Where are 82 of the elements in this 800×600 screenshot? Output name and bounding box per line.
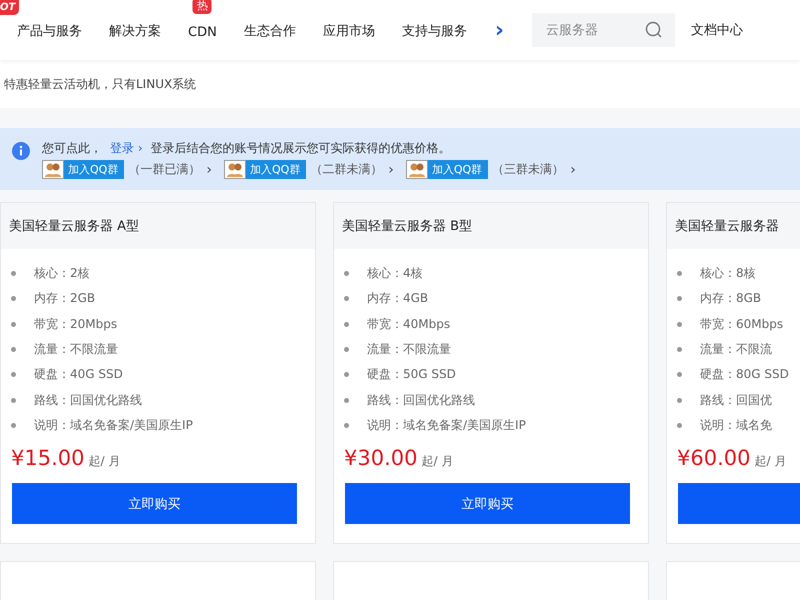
bullet-icon (677, 422, 682, 428)
spec-text: 路线：回国优 (700, 392, 772, 409)
hot-badge: OT (0, 0, 20, 15)
bullet-icon (344, 372, 349, 378)
nav-link[interactable]: 解决方案 (109, 24, 161, 39)
spec-text: 核心：4核 (367, 265, 423, 282)
nav-link[interactable]: CDN (188, 24, 217, 40)
notice-text: 登录后结合您的账号情况展示您可实际获得的优惠价格。 (150, 140, 451, 157)
spec-text: 内存：2GB (34, 290, 96, 308)
hot-badge: 热 (192, 0, 212, 14)
bullet-icon (677, 296, 682, 302)
bullet-icon (677, 322, 682, 327)
plan-title: 美国轻量云服务器 (675, 218, 779, 235)
nav-link[interactable]: 应用市场 (322, 24, 375, 39)
spec-text: 路线：回国优化路线 (34, 392, 142, 409)
join-qq-group-button[interactable]: 加入QQ群 (406, 160, 488, 179)
spec-text: 带宽：40Mbps (367, 316, 450, 333)
bullet-icon (344, 296, 349, 302)
group-status: （二群未满） (310, 161, 382, 178)
price-unit: 起/ 月 (754, 453, 786, 470)
spec-text: 说明：域名免备案/美国原生IP (34, 416, 193, 434)
info-icon (12, 142, 30, 160)
spec-text: 内存：8GB (700, 290, 762, 308)
spec-text: 硬盘：50G SSD (367, 366, 456, 384)
join-qq-group-button[interactable]: 加入QQ群 (224, 160, 306, 179)
bullet-icon (344, 347, 349, 352)
bullet-icon (11, 347, 16, 352)
spec-text: 带宽：60Mbps (700, 316, 784, 333)
nav-link[interactable]: 产品与服务 (17, 24, 82, 39)
spec-text: 流量：不限流量 (367, 341, 451, 358)
spec-text: 流量：不限流 (700, 341, 772, 358)
search-icon[interactable] (644, 21, 663, 39)
more-link[interactable]: › (494, 18, 504, 42)
bullet-icon (677, 398, 682, 403)
spec-text: 说明：域名免 (700, 416, 772, 434)
people-icon (42, 160, 64, 179)
page-subtitle: 特惠轻量云活动机，只有LINUX系统 (4, 76, 196, 92)
bullet-icon (11, 422, 16, 428)
join-qq-group-button[interactable]: 加入QQ群 (42, 160, 124, 179)
bullet-icon (344, 422, 349, 428)
people-icon (406, 160, 428, 179)
price-unit: 起/ 月 (88, 453, 120, 470)
spec-text: 流量：不限流量 (34, 341, 118, 358)
group-status: （一群已满） (128, 161, 200, 178)
bullet-icon (677, 347, 682, 352)
nav-link[interactable]: 支持与服务 (402, 24, 467, 39)
bullet-icon (677, 372, 682, 378)
bullet-icon (11, 372, 16, 378)
spec-text: 核心：2核 (34, 265, 90, 282)
price-unit: 起/ 月 (421, 453, 454, 470)
bullet-icon (11, 398, 16, 403)
bullet-icon (677, 271, 682, 276)
spec-text: 路线：回国优化路线 (367, 392, 475, 409)
group-status: （三群未满） (492, 161, 564, 178)
bullet-icon (344, 322, 349, 327)
spec-text: 硬盘：40G SSD (34, 366, 123, 384)
price: ¥60.00 (677, 446, 750, 470)
arrow-link[interactable]: › (570, 162, 576, 178)
bullet-icon (11, 271, 16, 276)
bullet-icon (11, 296, 16, 302)
people-icon (224, 160, 246, 179)
spec-text: 硬盘：80G SSD (700, 366, 789, 384)
spec-text: 核心：8核 (700, 265, 756, 282)
notice-text: 您可点此， (42, 140, 102, 157)
arrow-link[interactable]: › (206, 162, 212, 178)
spec-text: 说明：域名免备案/美国原生IP (367, 416, 526, 434)
buy-button[interactable]: 立即购买 (12, 483, 297, 524)
plan-title: 美国轻量云服务器 B型 (342, 218, 472, 235)
spec-text: 带宽：20Mbps (34, 316, 118, 333)
arrow-link[interactable]: › (388, 162, 394, 178)
price: ¥30.00 (344, 446, 418, 470)
docs-link[interactable]: 文档中心 (690, 21, 743, 39)
plan-title: 美国轻量云服务器 A型 (9, 218, 140, 235)
price: ¥15.00 (11, 446, 84, 470)
buy-button[interactable]: 立即购买 (345, 483, 630, 524)
bullet-icon (11, 322, 16, 327)
bullet-icon (344, 271, 349, 276)
bullet-icon (344, 398, 349, 403)
spec-text: 内存：4GB (367, 290, 428, 308)
search-field[interactable]: 云服务器 (532, 13, 675, 47)
login-link[interactable]: 登录 › (110, 140, 143, 157)
nav-link[interactable]: 生态合作 (244, 24, 296, 39)
